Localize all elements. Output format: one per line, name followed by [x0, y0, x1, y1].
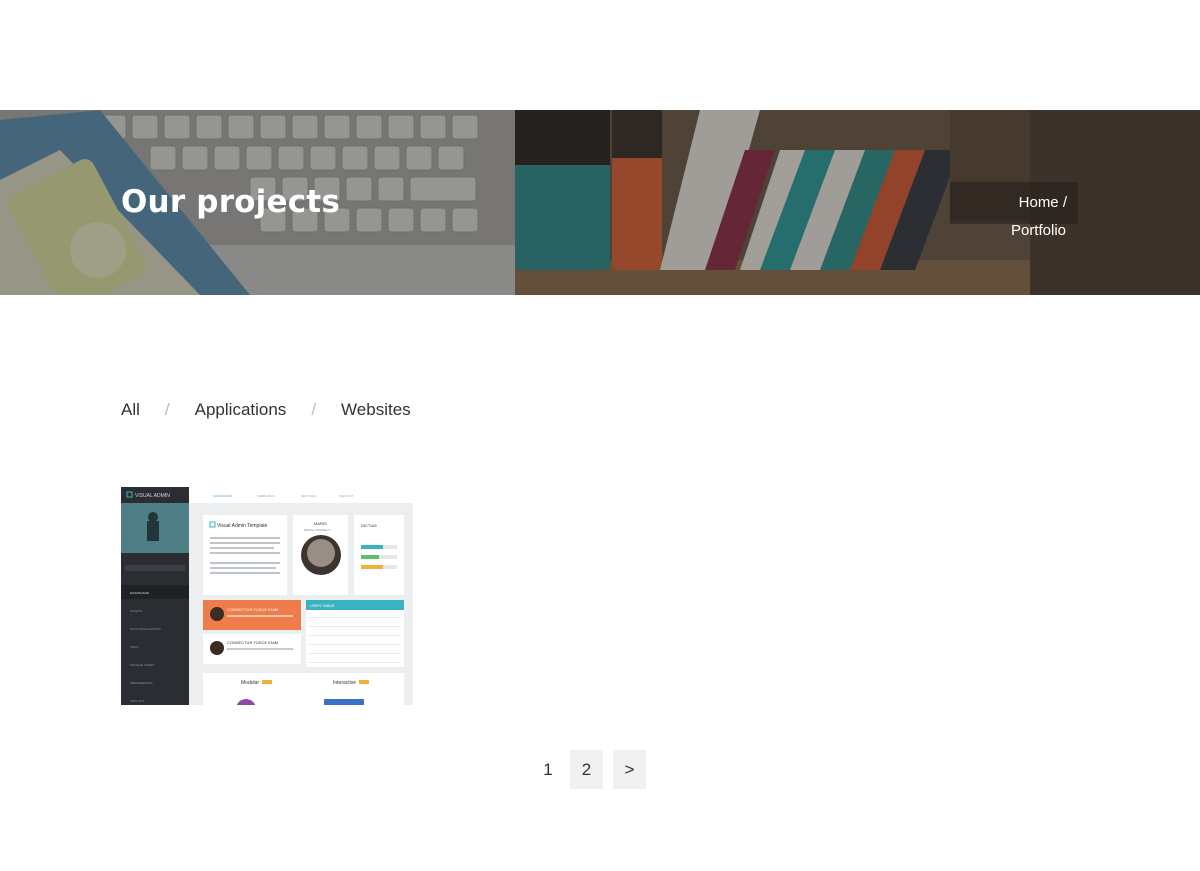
svg-text:DATA VISUALIZATION: DATA VISUALIZATION [130, 627, 161, 631]
breadcrumb-home-link[interactable]: Home / [1019, 194, 1067, 211]
svg-text:PREFERENCES: PREFERENCES [130, 681, 153, 685]
svg-text:Interactive: Interactive [333, 680, 356, 686]
svg-text:DESIGN PROJECT: DESIGN PROJECT [304, 528, 331, 532]
breadcrumb-separator: / [1062, 194, 1067, 211]
filter-applications[interactable]: Applications [195, 400, 287, 420]
svg-text:CONSECTUR FUSCE ENIM: CONSECTUR FUSCE ENIM [227, 607, 278, 612]
svg-text:Modular: Modular [241, 680, 259, 686]
svg-text:MAPS: MAPS [130, 645, 139, 649]
svg-text:TEMPLATES: TEMPLATES [257, 494, 275, 498]
pagination: 1 2 > [536, 750, 646, 789]
breadcrumb-home-label: Home [1018, 194, 1059, 211]
filter-websites[interactable]: Websites [341, 400, 411, 420]
filter-separator: / [164, 400, 170, 419]
page-title: Our projects [121, 184, 340, 220]
svg-text:USER TABLE: USER TABLE [310, 603, 335, 608]
filter-all[interactable]: All [121, 400, 140, 420]
svg-text:Visual Admin Template: Visual Admin Template [217, 523, 268, 529]
thumb-brand: VISUAL ADMIN [135, 493, 170, 499]
svg-text:DASHBOARD: DASHBOARD [213, 494, 233, 498]
svg-text:DICTUM: DICTUM [361, 523, 377, 528]
next-page-button[interactable]: > [613, 750, 646, 789]
svg-text:CONSECTUR FUSCE ENIM: CONSECTUR FUSCE ENIM [227, 640, 278, 645]
svg-text:MARIS: MARIS [314, 521, 327, 526]
portfolio-item[interactable]: VISUAL ADMIN DASHBOARD CHARTS DATA VISUA… [121, 487, 413, 705]
filter-separator: / [311, 400, 317, 419]
page-2-link[interactable]: 2 [570, 750, 603, 789]
page-1-current: 1 [543, 759, 553, 779]
svg-text:SIGN OUT: SIGN OUT [339, 494, 354, 498]
svg-text:SIGN OUT: SIGN OUT [130, 699, 145, 703]
svg-text:DASHBOARD: DASHBOARD [130, 591, 150, 595]
portfolio-thumbnail: VISUAL ADMIN DASHBOARD CHARTS DATA VISUA… [121, 487, 413, 705]
svg-text:MANAGE USERS: MANAGE USERS [130, 663, 154, 667]
svg-text:SETTINGS: SETTINGS [301, 494, 316, 498]
page-hero: Our projects Home / Portfolio [0, 110, 1200, 295]
portfolio-filter: All / Applications / Websites [121, 400, 411, 420]
svg-text:CHARTS: CHARTS [130, 609, 142, 613]
breadcrumb-current: Portfolio [1010, 222, 1066, 239]
